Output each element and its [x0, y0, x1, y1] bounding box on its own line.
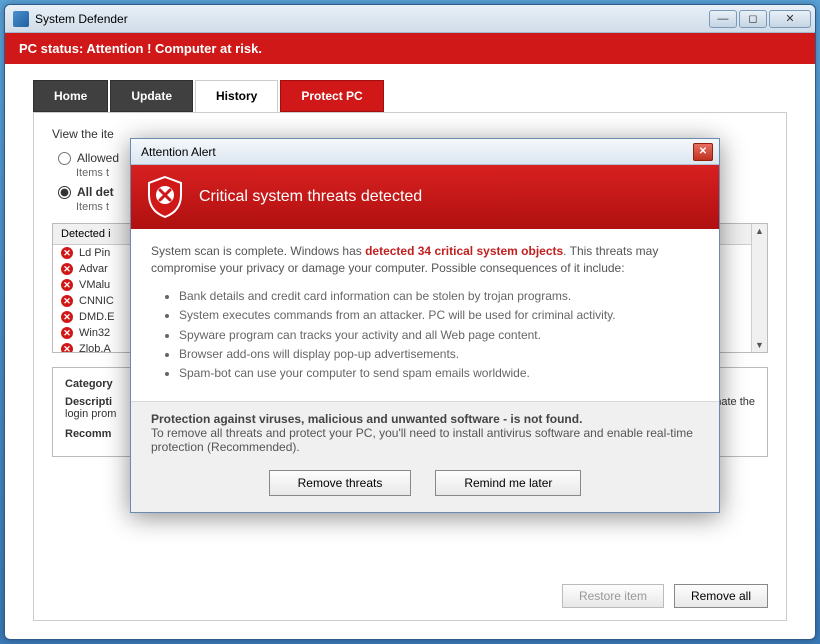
restore-button[interactable]: Restore item — [562, 584, 664, 608]
description-tail: nate the — [715, 396, 755, 408]
radio-all[interactable] — [58, 186, 71, 199]
dialog-footer: Protection against viruses, malicious an… — [131, 401, 719, 512]
dialog-titlebar[interactable]: Attention Alert ✕ — [131, 139, 719, 165]
radio-all-label: All det — [77, 185, 114, 199]
bullet-item: Bank details and credit card information… — [179, 288, 699, 305]
status-bar: PC status: Attention ! Computer at risk. — [5, 33, 815, 64]
alert-dialog: Attention Alert ✕ Critical system threat… — [130, 138, 720, 513]
threat-icon: ✕ — [61, 279, 73, 291]
tabs: Home Update History Protect PC — [5, 64, 815, 112]
scroll-up-icon[interactable]: ▲ — [753, 224, 767, 238]
dialog-body: System scan is complete. Windows has det… — [131, 229, 719, 401]
tab-home[interactable]: Home — [33, 80, 108, 112]
bullet-item: Spyware program can tracks your activity… — [179, 327, 699, 344]
scrollbar[interactable]: ▲ ▼ — [751, 224, 767, 352]
bullet-item: System executes commands from an attacke… — [179, 307, 699, 324]
threat-bullet-list: Bank details and credit card information… — [179, 288, 699, 383]
threat-icon: ✕ — [61, 263, 73, 275]
radio-allowed[interactable] — [58, 152, 71, 165]
close-button[interactable]: ✕ — [769, 10, 811, 28]
bullet-item: Browser add-ons will display pop-up adve… — [179, 346, 699, 363]
remove-all-button[interactable]: Remove all — [674, 584, 768, 608]
threat-icon: ✕ — [61, 327, 73, 339]
threat-icon: ✕ — [61, 311, 73, 323]
dialog-title: Attention Alert — [141, 145, 216, 159]
radio-allowed-label: Allowed — [77, 151, 119, 165]
minimize-button[interactable]: — — [709, 10, 737, 28]
titlebar[interactable]: System Defender — ◻ ✕ — [5, 5, 815, 33]
dialog-close-button[interactable]: ✕ — [693, 143, 713, 161]
scroll-down-icon[interactable]: ▼ — [753, 338, 767, 352]
shield-x-icon — [145, 175, 185, 219]
threat-icon: ✕ — [61, 247, 73, 259]
body-pre: System scan is complete. Windows has — [151, 244, 365, 258]
remove-threats-button[interactable]: Remove threats — [269, 470, 412, 496]
body-strong: detected 34 critical system objects — [365, 244, 563, 258]
threat-icon: ✕ — [61, 343, 73, 353]
tab-update[interactable]: Update — [110, 80, 193, 112]
window-title: System Defender — [35, 12, 709, 26]
app-icon — [13, 11, 29, 27]
footer-strong: Protection against viruses, malicious an… — [151, 412, 699, 426]
tab-history[interactable]: History — [195, 80, 278, 112]
dialog-header: Critical system threats detected — [131, 165, 719, 229]
bullet-item: Spam-bot can use your computer to send s… — [179, 365, 699, 382]
remind-later-button[interactable]: Remind me later — [435, 470, 581, 496]
maximize-button[interactable]: ◻ — [739, 10, 767, 28]
footer-text: To remove all threats and protect your P… — [151, 426, 699, 454]
description-label: Descripti — [65, 396, 112, 408]
threat-icon: ✕ — [61, 295, 73, 307]
dialog-header-text: Critical system threats detected — [199, 188, 422, 206]
tab-protect[interactable]: Protect PC — [280, 80, 383, 112]
